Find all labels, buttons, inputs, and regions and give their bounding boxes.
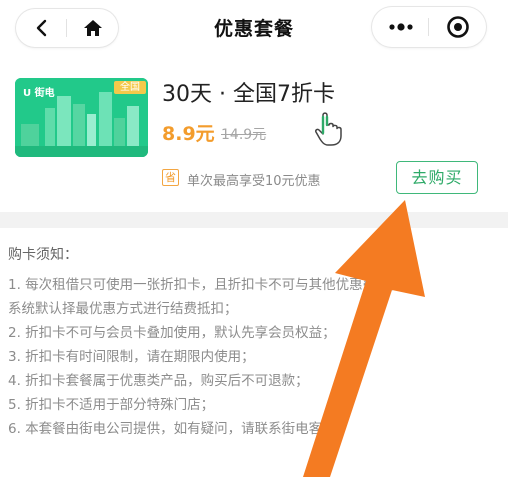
notice-line: 4. 折扣卡套餐属于优惠类产品，购买后不可退款； — [8, 373, 309, 389]
current-price: 8.9元 — [162, 123, 215, 145]
more-button[interactable] — [372, 7, 429, 47]
close-miniprogram-button[interactable] — [429, 7, 486, 47]
save-description: 单次最高享受10元优惠 — [187, 174, 321, 189]
original-price: 14.9元 — [221, 127, 267, 143]
region-tag: 全国 — [114, 81, 146, 94]
notice-title: 购卡须知： — [8, 247, 78, 263]
buy-button[interactable]: 去购买 — [396, 161, 478, 194]
notice-line: 系统默认择最优惠方式进行结费抵扣； — [8, 301, 238, 317]
more-dots-icon — [388, 23, 413, 31]
nav-bar: 优惠套餐 — [0, 0, 508, 58]
section-divider — [0, 212, 508, 228]
card-thumbnail: U 街电 全国 — [15, 78, 148, 157]
nav-capsule-right — [372, 7, 486, 47]
notice-line: 3. 折扣卡有时间限制，请在期限内使用； — [8, 349, 255, 365]
card-title: 30天 · 全国7折卡 — [162, 82, 335, 107]
notice-line: 1. 每次租借只可使用一张折扣卡，且折扣卡不可与其他优惠叠加使用， — [8, 277, 431, 293]
save-badge: 省 — [162, 169, 179, 186]
brand-logo: U 街电 — [23, 88, 55, 99]
notice-line: 6. 本套餐由街电公司提供，如有疑问，请联系街电客服 — [8, 421, 336, 437]
notice-line: 5. 折扣卡不适用于部分特殊门店； — [8, 397, 215, 413]
target-circle-icon — [446, 16, 469, 38]
notice-list: 1. 每次租借只可使用一张折扣卡，且折扣卡不可与其他优惠叠加使用， 系统默认择最… — [8, 273, 503, 441]
pointer-hand-icon — [315, 112, 342, 146]
notice-line: 2. 折扣卡不可与会员卡叠加使用，默认先享会员权益； — [8, 325, 336, 341]
